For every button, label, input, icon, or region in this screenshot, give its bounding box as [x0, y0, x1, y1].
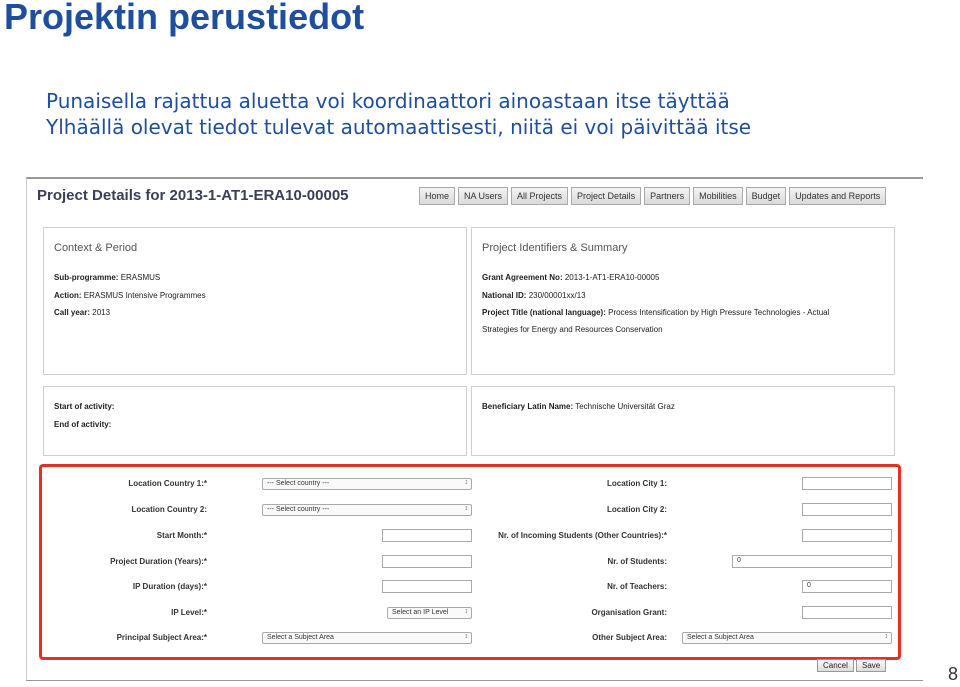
call-year-field: Call year: 2013: [54, 308, 111, 317]
national-id-field: National ID: 230/00001xx/13: [482, 291, 586, 300]
location-country-1-select[interactable]: --- Select country ---: [262, 478, 472, 490]
organisation-grant-label: Organisation Grant:: [591, 608, 667, 617]
editable-form-area: Location Country 1:* --- Select country …: [39, 464, 901, 660]
location-city-2-input[interactable]: [802, 503, 892, 516]
nav-na-users[interactable]: NA Users: [458, 187, 509, 205]
slide-title: Projektin perustiedot: [4, 0, 365, 37]
project-duration-label: Project Duration (Years):*: [110, 557, 207, 566]
nav-updates-reports[interactable]: Updates and Reports: [789, 187, 887, 205]
ip-level-label: IP Level:*: [171, 608, 207, 617]
context-period-panel: Context & Period Sub-programme: ERASMUS …: [43, 227, 467, 375]
cancel-button[interactable]: Cancel: [817, 659, 854, 672]
start-of-activity-label: Start of activity:: [54, 402, 115, 411]
nr-students-label: Nr. of Students:: [607, 557, 667, 566]
organisation-grant-input[interactable]: [802, 606, 892, 619]
location-country-2-select[interactable]: --- Select country ---: [262, 504, 472, 516]
project-title-field: Project Title (national language): Proce…: [482, 308, 830, 317]
nav-project-details[interactable]: Project Details: [571, 187, 642, 205]
nav-home[interactable]: Home: [419, 187, 456, 205]
nav-budget[interactable]: Budget: [745, 187, 787, 205]
principal-subject-label: Principal Subject Area:*: [116, 633, 207, 642]
page-number: 8: [947, 664, 958, 684]
nr-teachers-input[interactable]: 0: [802, 580, 892, 593]
beneficiary-field: Beneficiary Latin Name: Technische Unive…: [482, 402, 675, 411]
save-button[interactable]: Save: [856, 659, 887, 672]
bottom-divider: [26, 680, 923, 681]
incoming-students-label: Nr. of Incoming Students (Other Countrie…: [498, 531, 667, 540]
page-title: Project Details for 2013-1-AT1-ERA10-000…: [37, 187, 349, 204]
nav-partners[interactable]: Partners: [644, 187, 691, 205]
top-navigation: Home NA Users All Projects Project Detai…: [419, 187, 887, 205]
end-of-activity-label: End of activity:: [54, 420, 112, 429]
project-duration-input[interactable]: [382, 555, 472, 568]
nav-mobilities[interactable]: Mobilities: [693, 187, 743, 205]
ip-duration-label: IP Duration (days):*: [132, 582, 207, 591]
incoming-students-input[interactable]: [802, 529, 892, 542]
project-title-continued: Strategies for Energy and Resources Cons…: [482, 325, 663, 334]
nr-teachers-label: Nr. of Teachers:: [607, 582, 667, 591]
location-city-1-input[interactable]: [802, 477, 892, 490]
instruction-note-automatic: Ylhäällä olevat tiedot tulevat automaatt…: [46, 115, 752, 139]
beneficiary-panel: Beneficiary Latin Name: Technische Unive…: [471, 386, 895, 456]
ip-level-select[interactable]: Select an IP Level: [387, 607, 472, 619]
nav-all-projects[interactable]: All Projects: [511, 187, 569, 205]
activity-panel: Start of activity: End of activity:: [43, 386, 467, 456]
project-details-screenshot: Project Details for 2013-1-AT1-ERA10-000…: [26, 177, 923, 680]
instruction-note-editable: Punaisella rajattua aluetta voi koordina…: [46, 89, 730, 113]
identifiers-heading: Project Identifiers & Summary: [482, 242, 628, 254]
grant-agreement-field: Grant Agreement No: 2013-1-AT1-ERA10-000…: [482, 273, 660, 282]
identifiers-summary-panel: Project Identifiers & Summary Grant Agre…: [471, 227, 895, 375]
ip-duration-input[interactable]: [382, 580, 472, 593]
action-field: Action: ERASMUS Intensive Programmes: [54, 291, 206, 300]
location-country-1-label: Location Country 1:*: [128, 479, 207, 488]
subprogramme-field: Sub-programme: ERASMUS: [54, 273, 161, 282]
principal-subject-select[interactable]: Select a Subject Area: [262, 632, 472, 644]
start-month-input[interactable]: [382, 529, 472, 542]
other-subject-label: Other Subject Area:: [592, 633, 667, 642]
location-country-2-label: Location Country 2:: [131, 505, 207, 514]
nr-students-input[interactable]: 0: [732, 555, 892, 568]
context-period-heading: Context & Period: [54, 242, 138, 254]
location-city-2-label: Location City 2:: [606, 505, 667, 514]
other-subject-select[interactable]: Select a Subject Area: [682, 632, 892, 644]
location-city-1-label: Location City 1:: [606, 479, 667, 488]
start-month-label: Start Month:*: [156, 531, 207, 540]
